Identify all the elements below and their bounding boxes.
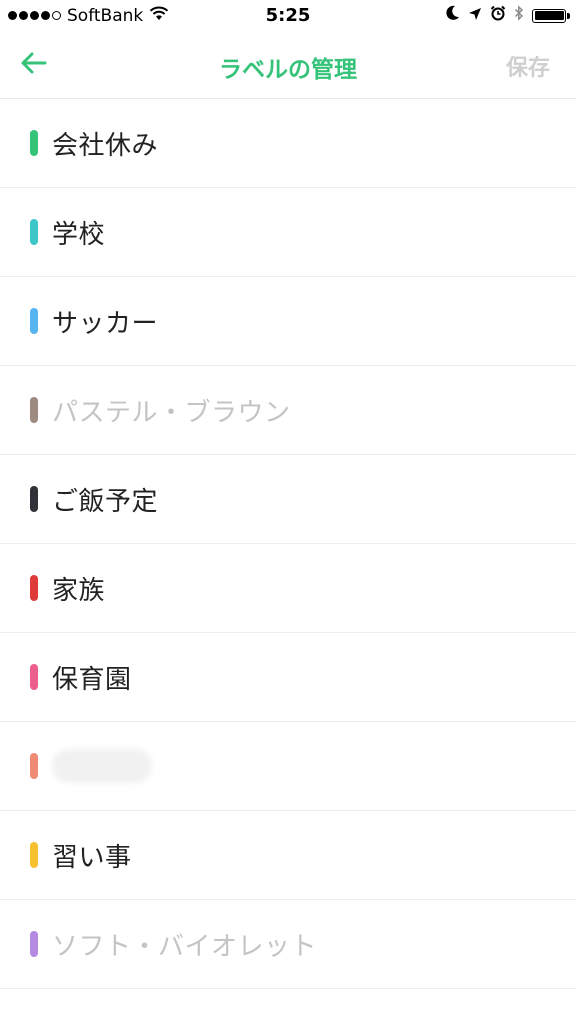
location-arrow-icon bbox=[468, 5, 482, 26]
label-color-swatch bbox=[30, 842, 38, 868]
label-row[interactable]: ソフト・バイオレット bbox=[0, 900, 576, 989]
label-name: 家族 bbox=[52, 575, 106, 606]
label-name: サッカー bbox=[52, 308, 159, 339]
label-row[interactable]: ご飯予定 bbox=[0, 455, 576, 544]
label-name: パステル・ブラウン bbox=[52, 397, 291, 428]
alarm-clock-icon bbox=[490, 5, 506, 26]
label-row[interactable] bbox=[0, 722, 576, 811]
label-row[interactable]: パステル・ブラウン bbox=[0, 366, 576, 455]
label-row[interactable]: サッカー bbox=[0, 277, 576, 366]
label-row[interactable]: 習い事 bbox=[0, 811, 576, 900]
label-color-swatch bbox=[30, 753, 38, 779]
label-name: ソフト・バイオレット bbox=[52, 931, 318, 962]
label-row[interactable]: 会社休み bbox=[0, 99, 576, 188]
label-color-swatch bbox=[30, 486, 38, 512]
label-name: 会社休み bbox=[52, 130, 159, 161]
nav-bar: ラベルの管理 保存 bbox=[0, 32, 576, 99]
battery-icon bbox=[532, 8, 570, 23]
label-color-swatch bbox=[30, 219, 38, 245]
label-name: ご飯予定 bbox=[52, 486, 159, 517]
status-right bbox=[446, 5, 570, 26]
bluetooth-icon bbox=[514, 5, 524, 26]
label-color-swatch bbox=[30, 308, 38, 334]
label-color-swatch bbox=[30, 575, 38, 601]
page-title: ラベルの管理 bbox=[219, 57, 357, 83]
save-button[interactable]: 保存 bbox=[506, 50, 550, 82]
label-color-swatch bbox=[30, 664, 38, 690]
label-row[interactable]: 家族 bbox=[0, 544, 576, 633]
label-color-swatch bbox=[30, 397, 38, 423]
label-name: 習い事 bbox=[52, 842, 132, 873]
moon-icon bbox=[446, 5, 460, 26]
label-list: 会社休み学校サッカーパステル・ブラウン ご飯予定家族保育園習い事ソフト・バイオレッ… bbox=[0, 99, 576, 989]
label-name: 保育園 bbox=[52, 664, 132, 695]
label-row[interactable]: 学校 bbox=[0, 188, 576, 277]
label-color-swatch bbox=[30, 130, 38, 156]
label-row[interactable]: 保育園 bbox=[0, 633, 576, 722]
obscured-label-text bbox=[52, 749, 152, 783]
status-bar: SoftBank 5:25 bbox=[0, 0, 576, 32]
label-name: 学校 bbox=[52, 219, 106, 250]
label-color-swatch bbox=[30, 931, 38, 957]
